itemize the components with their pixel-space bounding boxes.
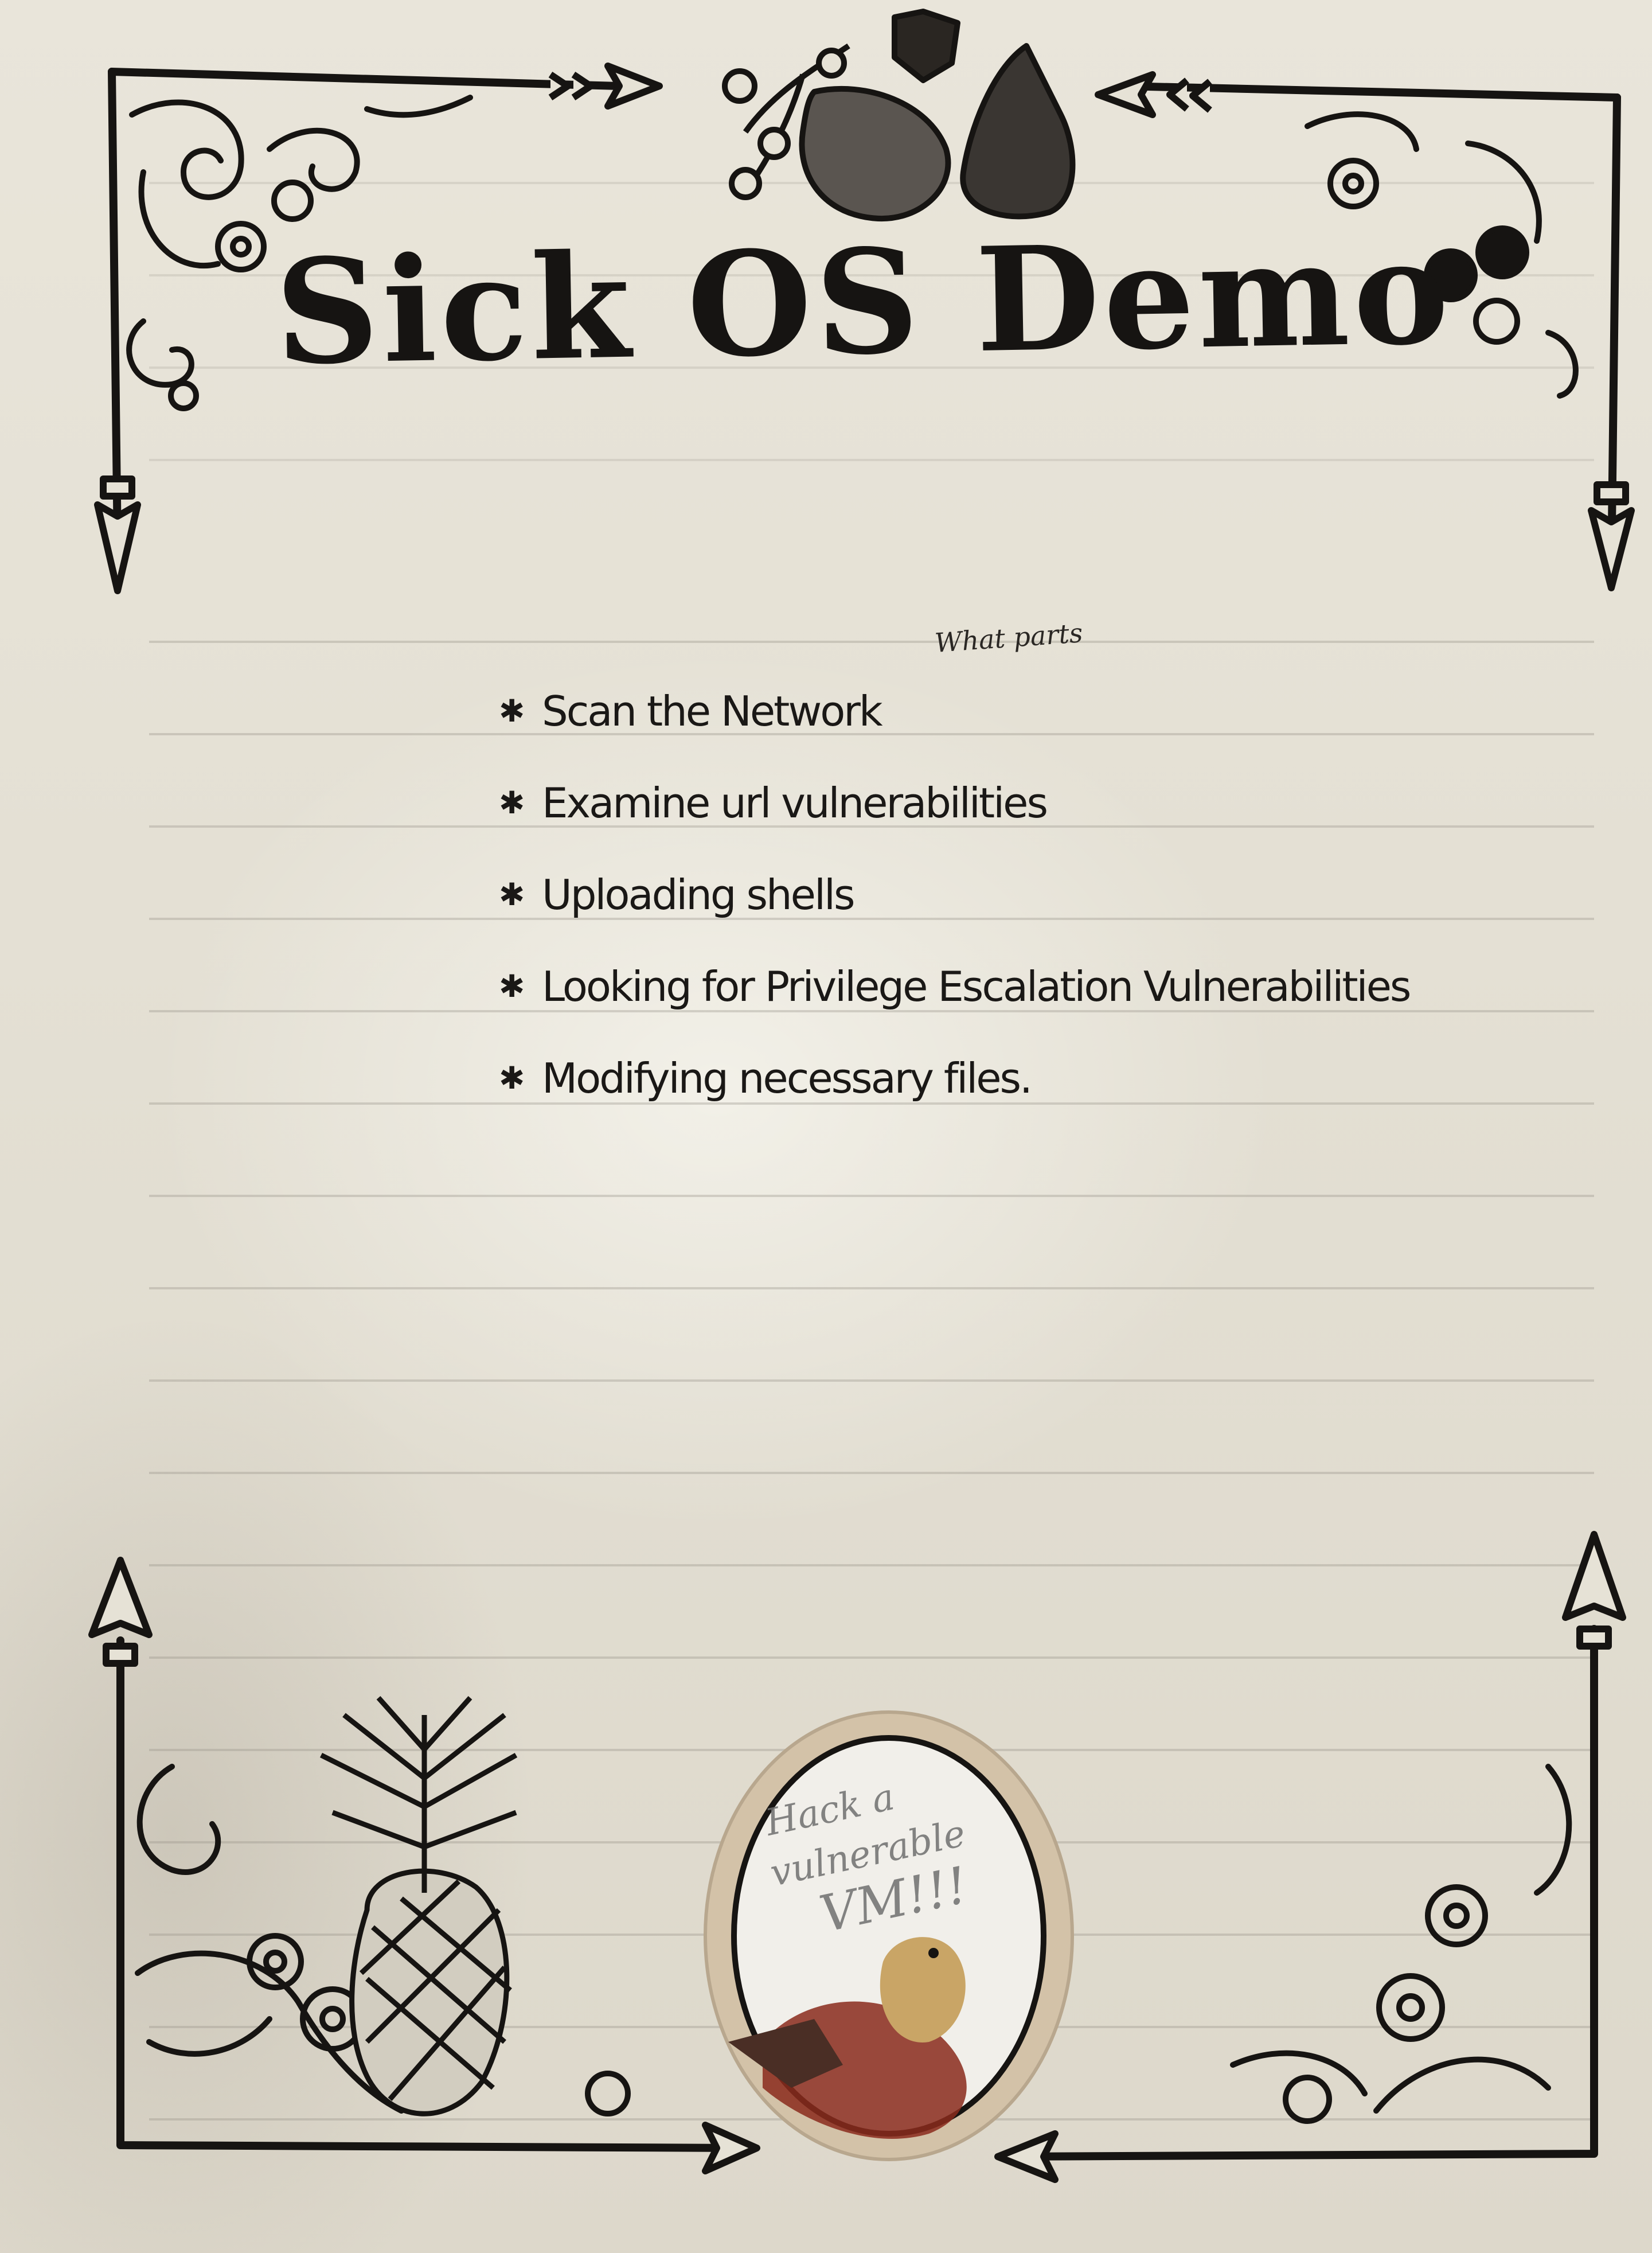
bottom-left-spear-arrow-icon	[702, 2122, 760, 2174]
bottom-right-floral-flourish	[1230, 1764, 1572, 2124]
star-bullet-icon: ✱	[499, 785, 525, 821]
list-item: ✱ Scan the Network	[499, 665, 1474, 757]
peach-icon	[799, 85, 951, 222]
list-item-text: Uploading shells	[542, 871, 855, 919]
star-bullet-icon: ✱	[499, 968, 525, 1004]
task-list: ✱ Scan the Network ✱ Examine url vulnera…	[499, 665, 1474, 1124]
pineapple-icon	[319, 1696, 518, 2116]
strawberry-icon	[892, 9, 960, 83]
right-bottom-spear-arrow-icon	[1562, 1531, 1626, 1650]
star-bullet-icon: ✱	[499, 876, 525, 913]
list-item: ✱ Uploading shells	[499, 849, 1474, 941]
pear-icon	[960, 43, 1076, 220]
list-item-text: Examine url vulnerabilities	[542, 779, 1048, 827]
list-item-text: Modifying necessary files.	[542, 1054, 1033, 1102]
list-item: ✱ Examine url vulnerabilities	[499, 757, 1474, 849]
left-top-border-line	[108, 68, 122, 549]
list-item-text: Looking for Privilege Escalation Vulnera…	[542, 962, 1411, 1011]
list-item: ✱ Modifying necessary files.	[499, 1032, 1474, 1124]
top-left-border-line	[108, 68, 623, 90]
list-item-text: Scan the Network	[542, 687, 883, 735]
fruit-cluster-icon	[722, 9, 1076, 222]
right-top-spear-arrow-icon	[1588, 481, 1635, 591]
star-bullet-icon: ✱	[499, 693, 525, 729]
list-item: ✱ Looking for Privilege Escalation Vulne…	[499, 941, 1474, 1032]
star-bullet-icon: ✱	[499, 1060, 525, 1096]
journal-page: Sick OS Demo What parts ✱ Scan the Netwo…	[0, 0, 1652, 2253]
left-bottom-spear-arrow-icon	[88, 1557, 153, 1667]
top-right-spear-arrow-icon	[1095, 71, 1212, 118]
bottom-right-spear-arrow-icon	[994, 2130, 1059, 2183]
left-top-spear-arrow-icon	[94, 475, 141, 594]
page-title: Sick OS Demo	[274, 207, 1454, 397]
